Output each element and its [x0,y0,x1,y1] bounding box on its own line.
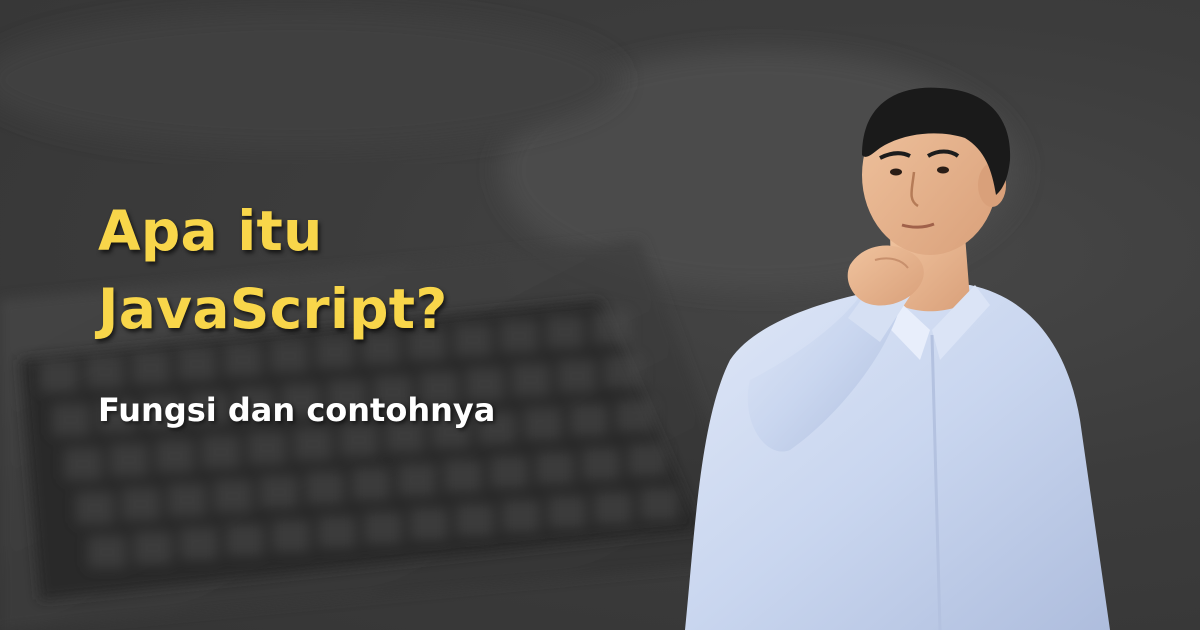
keyboard-key [180,528,218,560]
keyboard-key [456,504,494,536]
keyboard-key [546,316,584,348]
article-thumbnail-banner: Apa itu JavaScript? Fungsi dan contohnya [0,0,1200,630]
keyboard-key [156,440,194,472]
keyboard-key [168,484,206,516]
keyboard-key [454,324,492,356]
keyboard-key [52,404,90,436]
keyboard-key [40,360,78,392]
thinking-man-illustration [685,87,1110,630]
keyboard-key [364,512,402,544]
keyboard-key [226,524,264,556]
keyboard-key [134,532,172,564]
keyboard-key [306,472,344,504]
keyboard-key [536,452,574,484]
keyboard-key [490,456,528,488]
keyboard-key [214,480,252,512]
keyboard-key [260,476,298,508]
headline: Apa itu JavaScript? [98,192,448,348]
keyboard-key [502,500,540,532]
keyboard-key [444,460,482,492]
keyboard-key [224,344,262,376]
keyboard-key [248,432,286,464]
keyboard-key [294,428,332,460]
keyboard-key [122,488,160,520]
keyboard-key [64,448,102,480]
keyboard-key [110,444,148,476]
keyboard-key [604,356,642,388]
keyboard-key [410,508,448,540]
shirt [685,285,1110,630]
keyboard-key [500,320,538,352]
headline-line-2: JavaScript? [98,277,448,341]
keyboard-key [272,520,310,552]
keyboard-key [558,360,596,392]
keyboard-key [582,448,620,480]
keyboard-key [132,352,170,384]
keyboard-key [318,516,356,548]
keyboard-key [178,348,216,380]
subtitle: Fungsi dan contohnya [98,391,496,429]
keyboard-key [548,496,586,528]
keyboard-key [524,408,562,440]
keyboard-key [202,436,240,468]
keyboard-key [86,356,124,388]
keyboard-key [512,364,550,396]
keyboard-key [594,492,632,524]
headline-line-1: Apa itu [98,199,323,263]
keyboard-key [570,404,608,436]
keyboard-key [592,312,630,344]
keyboard-key [76,492,114,524]
keyboard-key [352,468,390,500]
keyboard-key [398,464,436,496]
keyboard-key [88,536,126,568]
